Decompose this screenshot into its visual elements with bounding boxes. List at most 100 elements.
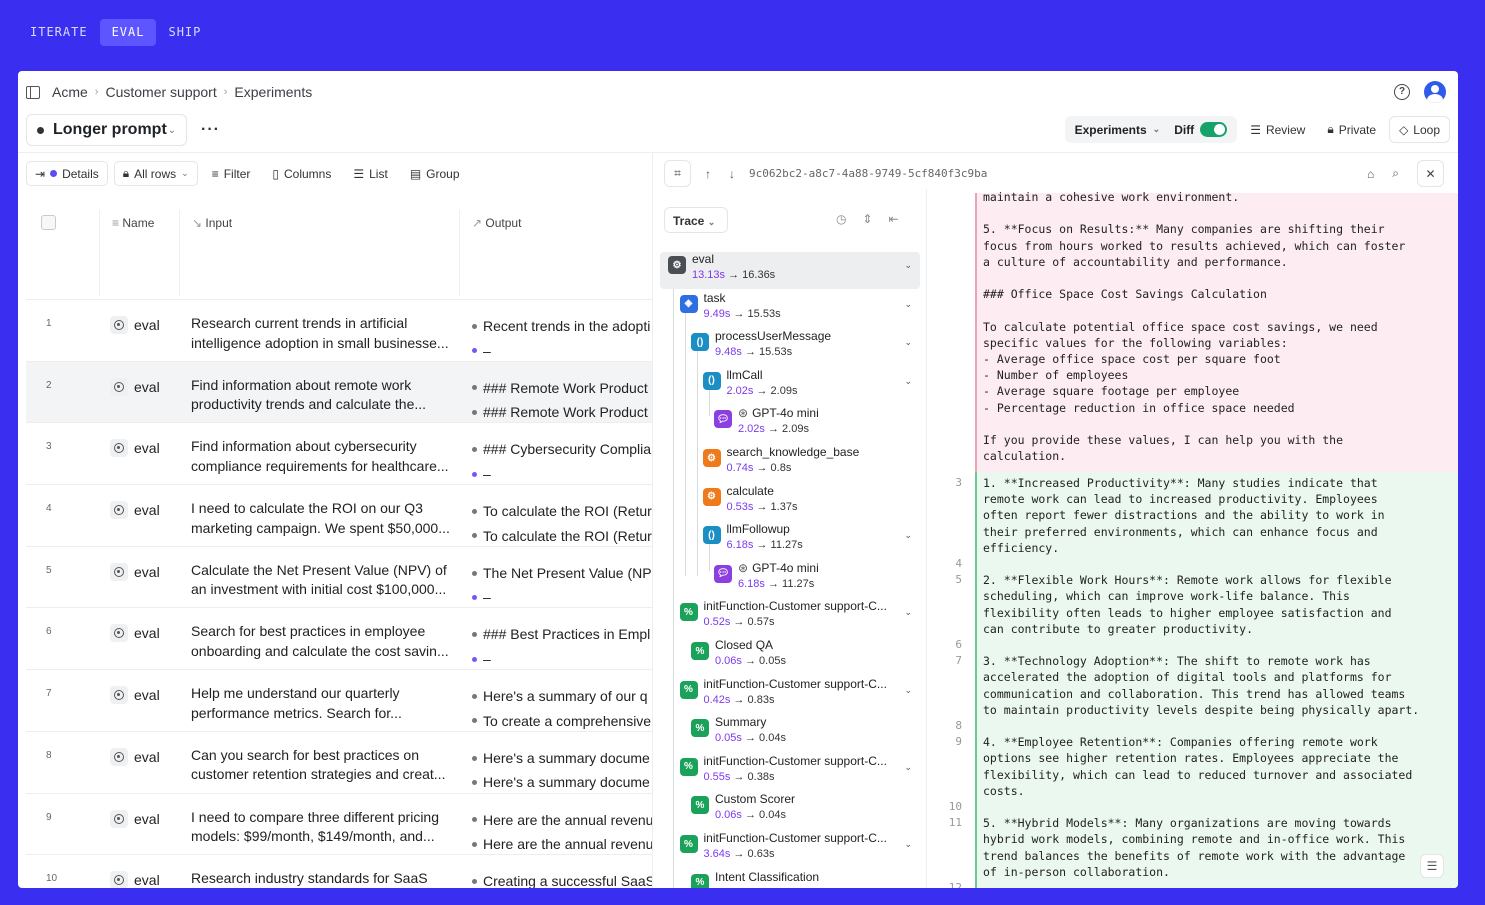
breadcrumb-org[interactable]: Acme bbox=[52, 84, 88, 100]
table-row[interactable]: 6 eval Search for best practices in empl… bbox=[26, 607, 653, 669]
trace-span[interactable]: % initFunction-Customer support-C... 0.5… bbox=[672, 754, 921, 791]
row-name[interactable]: eval bbox=[110, 562, 160, 581]
row-output[interactable]: Here's a summary docume Here's a summary… bbox=[470, 746, 653, 796]
timer-icon[interactable]: ◷ bbox=[836, 212, 846, 226]
chevron-down-icon[interactable]: ⌄ bbox=[904, 839, 912, 850]
chevron-down-icon[interactable]: ⌄ bbox=[904, 762, 912, 773]
experiment-selector[interactable]: Longer prompt ⌄ bbox=[26, 114, 187, 146]
trace-span[interactable]: % initFunction-Customer support-C... 0.4… bbox=[672, 677, 921, 714]
chevron-down-icon[interactable]: ⌄ bbox=[904, 607, 912, 618]
close-icon[interactable]: ✕ bbox=[1417, 160, 1444, 187]
experiments-dropdown[interactable]: Experiments bbox=[1075, 123, 1147, 137]
breadcrumb-page[interactable]: Experiments bbox=[234, 84, 312, 100]
table-row[interactable]: 8 eval Can you search for best practices… bbox=[26, 730, 653, 796]
table-row[interactable]: 10 eval Research industry standards for … bbox=[26, 854, 653, 888]
row-output[interactable]: Here's a summary of our q To create a co… bbox=[470, 684, 653, 734]
sidebar-toggle-icon[interactable] bbox=[26, 85, 40, 99]
row-output[interactable]: ### Cybersecurity Complia – bbox=[470, 437, 653, 487]
input-column-header[interactable]: ↘ Input bbox=[192, 216, 232, 230]
focus-icon[interactable]: ⌗ bbox=[664, 160, 691, 187]
columns-button[interactable]: ▯ Columns bbox=[264, 161, 339, 186]
nav-ship[interactable]: SHIP bbox=[156, 19, 213, 46]
details-button[interactable]: ⇥ Details bbox=[26, 161, 108, 186]
loop-button[interactable]: ◇ Loop bbox=[1389, 116, 1450, 143]
row-name[interactable]: eval bbox=[110, 439, 160, 458]
trace-span[interactable]: % initFunction-Customer support-C... 0.5… bbox=[672, 599, 921, 636]
row-input[interactable]: I need to compare three different pricin… bbox=[191, 808, 463, 848]
chevron-down-icon[interactable]: ⌄ bbox=[904, 260, 912, 271]
help-icon[interactable]: ? bbox=[1394, 84, 1410, 100]
more-options-icon[interactable]: ··· bbox=[201, 121, 220, 139]
trace-span[interactable]: ⚙ eval 13.13s → 16.36s ⌄ bbox=[660, 252, 920, 289]
trace-span[interactable]: 💬︎ ⊛ GPT-4o mini 2.02s → 2.09s bbox=[706, 406, 920, 443]
row-output[interactable]: To calculate the ROI (Retur To calculate… bbox=[470, 499, 653, 549]
row-input[interactable]: Find information about remote work produ… bbox=[191, 376, 463, 416]
table-row[interactable]: 1 eval Research current trends in artifi… bbox=[26, 299, 653, 361]
row-name[interactable]: eval bbox=[110, 809, 160, 828]
table-row[interactable]: 3 eval Find information about cybersecur… bbox=[26, 422, 653, 484]
trace-span[interactable]: () processUserMessage 9.48s → 15.53s ⌄ bbox=[683, 329, 920, 366]
chevron-down-icon[interactable]: ⌄ bbox=[904, 337, 912, 348]
trace-span[interactable]: () llmCall 2.02s → 2.09s ⌄ bbox=[695, 368, 921, 405]
output-column-header[interactable]: ↗ Output bbox=[472, 216, 521, 230]
chevron-down-icon[interactable]: ⌄ bbox=[904, 299, 912, 310]
trace-span[interactable]: % Intent Classification bbox=[683, 870, 920, 888]
row-name[interactable]: eval bbox=[110, 501, 160, 520]
row-name[interactable]: eval bbox=[110, 377, 160, 396]
row-output[interactable]: ### Remote Work Product ### Remote Work … bbox=[470, 376, 653, 426]
row-input[interactable]: Calculate the Net Present Value (NPV) of… bbox=[191, 561, 463, 601]
review-button[interactable]: ☰ Review bbox=[1241, 116, 1314, 143]
row-output[interactable]: ### Best Practices in Empl – bbox=[470, 622, 653, 672]
row-output[interactable]: The Net Present Value (NP – bbox=[470, 561, 653, 611]
chevron-down-icon[interactable]: ⌄ bbox=[904, 530, 912, 541]
select-all-checkbox[interactable] bbox=[41, 215, 56, 230]
row-input[interactable]: Research industry standards for SaaS bbox=[191, 869, 463, 888]
arrow-down-icon[interactable]: ↓ bbox=[729, 167, 735, 181]
trace-span[interactable]: ◈ task 9.49s → 15.53s ⌄ bbox=[672, 291, 921, 328]
list-icon[interactable]: ☰ bbox=[1420, 854, 1444, 878]
row-input[interactable]: Find information about cybersecurity com… bbox=[191, 437, 463, 477]
row-name[interactable]: eval bbox=[110, 624, 160, 643]
table-row[interactable]: 9 eval I need to compare three different… bbox=[26, 792, 653, 858]
trace-span[interactable]: % initFunction-Customer support-C... 3.6… bbox=[672, 831, 921, 868]
avatar[interactable] bbox=[1424, 81, 1446, 103]
arrow-up-icon[interactable]: ↑ bbox=[705, 167, 711, 181]
row-input[interactable]: Search for best practices in employee on… bbox=[191, 622, 463, 662]
diff-toggle[interactable] bbox=[1200, 122, 1228, 137]
trace-span[interactable]: ⚙ calculate 0.53s → 1.37s bbox=[695, 484, 921, 521]
row-name[interactable]: eval bbox=[110, 686, 160, 705]
tag-icon[interactable]: ⌂ bbox=[1367, 167, 1374, 181]
table-row[interactable]: 4 eval I need to calculate the ROI on ou… bbox=[26, 484, 653, 546]
table-row[interactable]: 7 eval Help me understand our quarterly … bbox=[26, 669, 653, 731]
search-icon[interactable]: ⌕ bbox=[1392, 166, 1399, 181]
table-row[interactable]: 5 eval Calculate the Net Present Value (… bbox=[26, 545, 653, 611]
row-name[interactable]: eval bbox=[110, 747, 160, 766]
row-input[interactable]: I need to calculate the ROI on our Q3 ma… bbox=[191, 499, 463, 539]
expand-vertical-icon[interactable]: ⇕ bbox=[862, 212, 872, 226]
row-input[interactable]: Can you search for best practices on cus… bbox=[191, 746, 463, 786]
nav-iterate[interactable]: ITERATE bbox=[18, 19, 100, 46]
trace-view-dropdown[interactable]: Trace ⌄ bbox=[664, 207, 728, 233]
private-button[interactable]: 🔒︎ Private bbox=[1318, 116, 1385, 143]
trace-span[interactable]: % Closed QA 0.06s → 0.05s bbox=[683, 638, 920, 675]
trace-span[interactable]: () llmFollowup 6.18s → 11.27s ⌄ bbox=[695, 522, 921, 559]
collapse-left-icon[interactable]: ⇤ bbox=[889, 212, 899, 226]
trace-span[interactable]: 💬︎ ⊛ GPT-4o mini 6.18s → 11.27s bbox=[706, 561, 920, 598]
row-name[interactable]: eval bbox=[110, 316, 160, 334]
group-button[interactable]: ▤ Group bbox=[402, 161, 468, 186]
trace-span[interactable]: ⚙ search_knowledge_base 0.74s → 0.8s bbox=[695, 445, 921, 482]
row-input[interactable]: Research current trends in artificial in… bbox=[191, 314, 463, 354]
filter-button[interactable]: ≡ Filter bbox=[204, 161, 259, 186]
row-output[interactable]: Here are the annual revenu Here are the … bbox=[470, 808, 653, 858]
table-row[interactable]: 2 eval Find information about remote wor… bbox=[26, 360, 653, 426]
chevron-down-icon[interactable]: ⌄ bbox=[904, 685, 912, 696]
row-input[interactable]: Help me understand our quarterly perform… bbox=[191, 684, 463, 724]
name-column-header[interactable]: ≡ Name bbox=[112, 216, 154, 230]
row-output[interactable]: Creating a successful SaaS bbox=[470, 869, 653, 888]
nav-eval[interactable]: EVAL bbox=[99, 19, 157, 46]
breadcrumb-project[interactable]: Customer support bbox=[105, 84, 216, 100]
list-button[interactable]: ☰ List bbox=[345, 161, 395, 186]
row-output[interactable]: Recent trends in the adopti – bbox=[470, 314, 653, 364]
chevron-down-icon[interactable]: ⌄ bbox=[904, 376, 912, 387]
all-rows-dropdown[interactable]: 🔒︎ All rows ⌄ bbox=[113, 161, 198, 186]
